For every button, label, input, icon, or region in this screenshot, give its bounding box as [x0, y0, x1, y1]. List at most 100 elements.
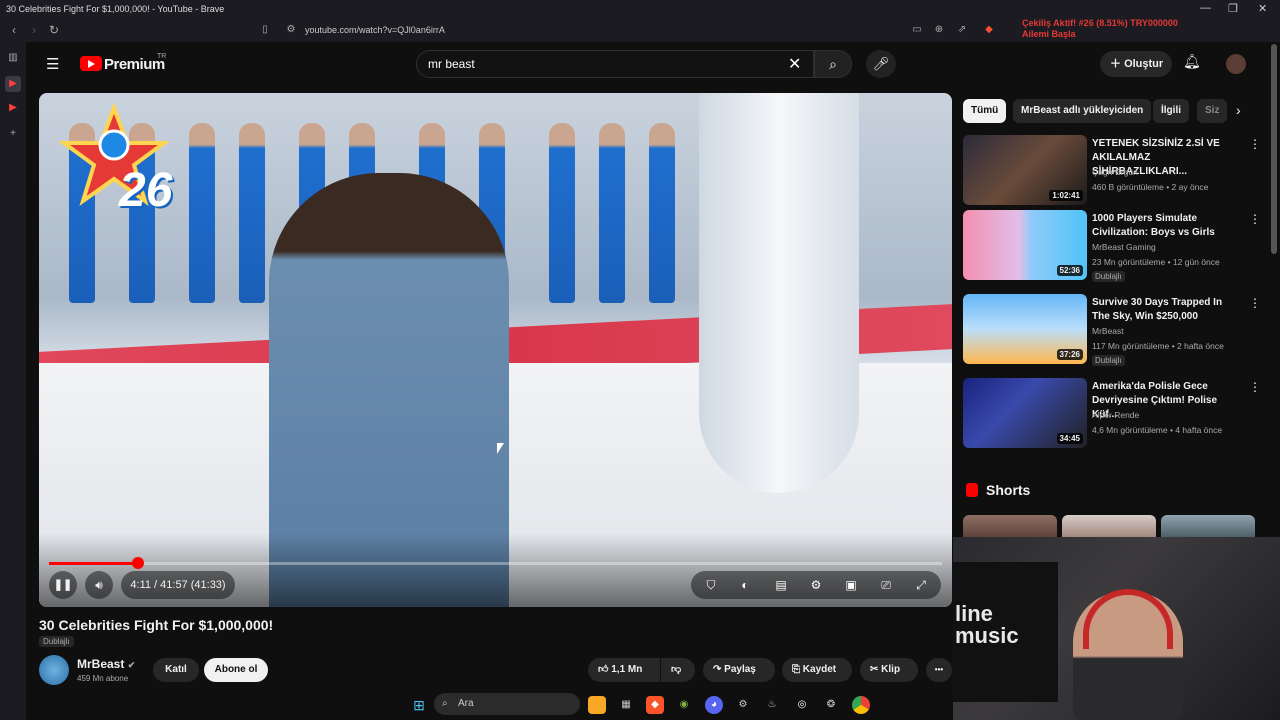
brave-icon[interactable]: ◆	[646, 696, 664, 714]
subscribe-button[interactable]: Abone ol	[204, 658, 268, 682]
close-icon[interactable]: ✕	[1258, 2, 1267, 15]
kebab-menu-icon[interactable]: ⋮	[1249, 137, 1261, 151]
channel-name[interactable]: MrBeast	[1092, 326, 1124, 336]
search-input[interactable]: mr beast	[428, 57, 475, 71]
discord-icon[interactable]: ◕	[705, 696, 723, 714]
video-thumbnail[interactable]: 1:02:41	[963, 135, 1087, 205]
miniplayer-icon[interactable]: ▣	[837, 571, 865, 599]
file-explorer-icon[interactable]	[588, 696, 606, 714]
sponsorblock-icon[interactable]: ⛉	[697, 571, 725, 599]
clip-button[interactable]: ✂ Klip	[860, 658, 918, 682]
progress-scrubber[interactable]	[132, 557, 145, 569]
notifications-bell-icon[interactable]: 🔔︎	[1183, 53, 1201, 70]
store-icon[interactable]: ▦	[617, 696, 635, 714]
forward-icon[interactable]: ›	[26, 22, 42, 38]
cast-icon[interactable]: ⎚	[872, 571, 900, 599]
kebab-menu-icon[interactable]: ⋮	[1249, 296, 1261, 310]
zoom-icon[interactable]: ⊕	[932, 23, 946, 37]
youtube-tab-icon[interactable]: ▶	[5, 76, 21, 92]
account-avatar[interactable]	[1226, 54, 1246, 74]
video-player[interactable]: 26 ❚❚ 🔊︎ 4:11 / 41:57 (41:33) ⛉ ◐ ▤ ⚙ ▣ …	[39, 93, 952, 607]
save-button[interactable]: ⎘ Kaydet	[782, 658, 852, 682]
channel-avatar[interactable]	[39, 655, 69, 685]
video-meta: 460 B görüntüleme • 2 ay önce	[1092, 182, 1209, 192]
video-thumbnail[interactable]: 52:36	[963, 210, 1087, 280]
minimize-icon[interactable]: —	[1200, 2, 1211, 14]
page-scrollbar[interactable]	[1271, 44, 1277, 254]
duration-badge: 52:36	[1056, 265, 1083, 276]
pause-icon: ❚❚	[53, 579, 73, 591]
video-thumbnail[interactable]: 34:45	[963, 378, 1087, 448]
settings-gear-icon[interactable]: ⚙	[802, 571, 830, 599]
windows-start-icon[interactable]: ⊞	[410, 696, 428, 714]
video-title[interactable]: Survive 30 Days Trapped In The Sky, Win …	[1092, 296, 1242, 324]
autoplay-toggle[interactable]: ◐	[731, 571, 759, 599]
contestant	[649, 123, 675, 303]
maximize-icon[interactable]: ❐	[1228, 2, 1238, 15]
dislike-button[interactable]: 👎︎	[661, 658, 695, 682]
progress-track[interactable]	[49, 562, 942, 565]
chevron-right-icon[interactable]: ›	[1236, 102, 1241, 118]
search-box[interactable]	[416, 50, 814, 78]
volume-button[interactable]: 🔊︎	[85, 571, 113, 599]
voice-search-button[interactable]: 🎤︎	[866, 50, 896, 78]
neon-sign: line music	[955, 603, 1019, 647]
taskbar-search[interactable]: ⌕ Ara	[434, 693, 580, 715]
share-button[interactable]: ↷ Paylaş	[703, 658, 775, 682]
video-thumbnail[interactable]: 37:26	[963, 294, 1087, 364]
thumbs-up-icon: 👍︎	[598, 664, 609, 675]
sidebar-toggle-icon[interactable]: ▥	[5, 50, 21, 66]
fullscreen-icon[interactable]: ⤢	[907, 571, 935, 599]
kebab-menu-icon[interactable]: ⋮	[1249, 380, 1261, 394]
recommended-video[interactable]: 1:02:41 YETENEK SİZSİNİZ 2.Sİ VE AKILALM…	[963, 135, 1263, 205]
youtube-logo-icon[interactable]	[80, 56, 102, 71]
video-title[interactable]: 1000 Players Simulate Civilization: Boys…	[1092, 212, 1242, 240]
channel-name[interactable]: MrBeast ✔	[77, 657, 135, 671]
video-meta: 117 Mn görüntüleme • 2 hafta önce	[1092, 341, 1224, 351]
plus-icon: ＋	[1110, 58, 1121, 70]
like-button[interactable]: 👍︎ 1,1 Mn	[588, 658, 660, 682]
video-title: 30 Celebrities Fight For $1,000,000!	[39, 617, 274, 633]
back-icon[interactable]: ‹	[6, 22, 22, 38]
chip-all[interactable]: Tümü	[963, 99, 1007, 123]
more-actions-button[interactable]: •••	[926, 658, 952, 682]
chrome-icon[interactable]	[852, 696, 870, 714]
chip-from-uploader[interactable]: MrBeast adlı yükleyiciden	[1013, 99, 1152, 123]
address-bar[interactable]: youtube.com/watch?v=QJl0an6irrA	[305, 21, 925, 39]
steam-icon[interactable]: ♨	[763, 696, 781, 714]
channel-name[interactable]: Çağrı Ergün	[1092, 167, 1138, 177]
site-info-icon[interactable]: ⚙	[284, 23, 298, 37]
channel-name-text[interactable]: MrBeast	[77, 657, 124, 671]
share-icon[interactable]: ⇗	[955, 23, 969, 37]
chatgpt-icon[interactable]: ❂	[822, 696, 840, 714]
obs-icon[interactable]: ◎	[793, 696, 811, 714]
recommended-video[interactable]: 52:36 1000 Players Simulate Civilization…	[963, 210, 1263, 282]
create-button[interactable]: ＋ Oluştur	[1100, 51, 1172, 77]
recommended-video[interactable]: 34:45 Amerika'da Polisle Gece Devriyesin…	[963, 378, 1263, 448]
recommended-video[interactable]: 37:26 Survive 30 Days Trapped In The Sky…	[963, 294, 1263, 366]
youtube-tab-icon-2[interactable]: ▶	[5, 100, 21, 116]
stream-ticker-overlay: Çekiliş Aktif! #26 (8.51%) TRY000000 Ail…	[1022, 18, 1252, 42]
logo-text[interactable]: Premium	[104, 56, 165, 73]
clear-search-icon[interactable]: ✕	[788, 54, 801, 74]
channel-name[interactable]: Alper Rende	[1092, 410, 1139, 420]
search-button[interactable]: ⌕	[814, 50, 852, 78]
bookmark-icon[interactable]: ▯	[258, 23, 272, 37]
join-button[interactable]: Katıl	[153, 658, 199, 682]
kebab-menu-icon[interactable]: ⋮	[1249, 212, 1261, 226]
cast-icon[interactable]: ▭	[910, 23, 924, 37]
menu-icon[interactable]: ☰	[46, 55, 59, 73]
reload-icon[interactable]: ↻	[46, 22, 62, 38]
channel-name[interactable]: MrBeast Gaming	[1092, 242, 1156, 252]
settings-icon[interactable]: ⚙	[734, 696, 752, 714]
chip-for-you[interactable]: Siz	[1197, 99, 1227, 123]
pause-button[interactable]: ❚❚	[49, 571, 77, 599]
brave-shield-icon[interactable]: ◆	[982, 23, 996, 37]
app-icon[interactable]: ◉	[675, 696, 693, 714]
duration-badge: 37:26	[1056, 349, 1083, 360]
add-panel-icon[interactable]: +	[5, 126, 21, 142]
taskbar-search-placeholder: Ara	[458, 698, 474, 709]
chip-related[interactable]: İlgili	[1153, 99, 1189, 123]
logo-number: 26	[119, 164, 173, 217]
subtitles-icon[interactable]: ▤	[767, 571, 795, 599]
